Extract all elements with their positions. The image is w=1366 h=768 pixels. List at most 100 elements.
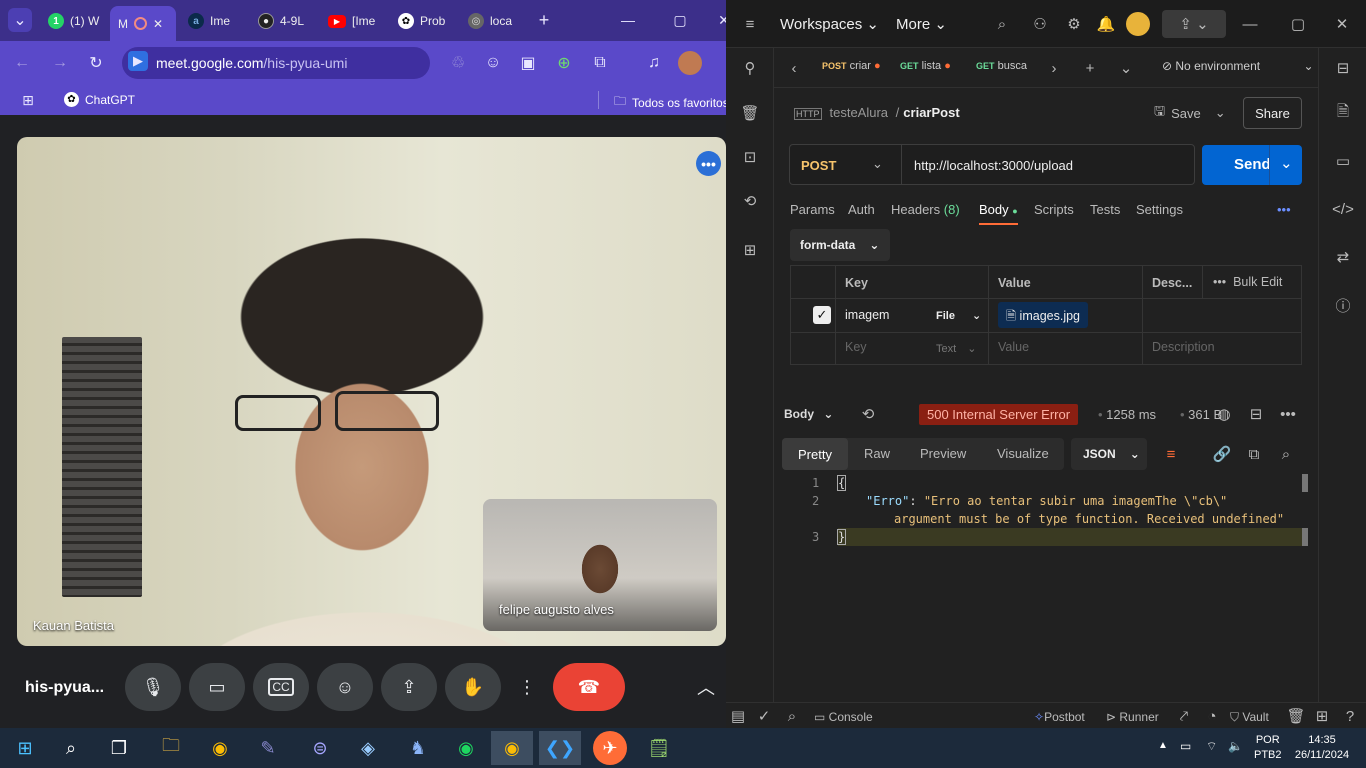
tabs-dropdown-icon[interactable]: ⌄ xyxy=(1114,56,1138,80)
vault-button[interactable]: ⛉ Vault xyxy=(1230,710,1269,725)
collections-icon[interactable]: ⊡ xyxy=(738,145,762,169)
postman-app-icon[interactable]: ✈ xyxy=(593,731,627,765)
proxy-icon[interactable]: ⤤ xyxy=(1172,704,1196,728)
status-check-icon[interactable]: ✓ xyxy=(752,704,776,728)
chrome-active-icon[interactable]: ◉ xyxy=(491,731,533,765)
tab-settings[interactable]: Settings xyxy=(1136,202,1183,217)
view-pretty[interactable]: Pretty xyxy=(782,438,848,470)
tab-body[interactable]: Body ● xyxy=(979,202,1018,225)
tab-get-busca[interactable]: GET busca xyxy=(976,60,1027,72)
tab-get-lista[interactable]: GET lista ● xyxy=(900,60,951,72)
tab-params[interactable]: Params xyxy=(790,202,835,217)
start-windows-icon[interactable]: ⊞ xyxy=(4,731,46,765)
user-avatar[interactable] xyxy=(1126,12,1150,36)
new-key-input[interactable]: Key xyxy=(845,340,867,354)
info-icon[interactable]: ⓘ xyxy=(1331,293,1355,317)
new-row-type-select[interactable]: Text ⌄ xyxy=(936,342,976,355)
view-raw[interactable]: Raw xyxy=(864,446,890,461)
view-preview[interactable]: Preview xyxy=(920,446,966,461)
expand-button[interactable]: ︿ xyxy=(688,663,724,711)
address-bar[interactable]: ▶ meet.google.com/his-pyua-umi xyxy=(122,47,430,79)
tabs-left-chevron-icon[interactable]: ‹ xyxy=(782,56,806,80)
apps-add-icon[interactable]: ⊞ xyxy=(738,238,762,262)
tab-youtube[interactable]: ▶ [Ime xyxy=(320,6,386,36)
hamburger-menu-icon[interactable]: ≡ xyxy=(738,12,762,36)
spotify-icon[interactable]: ◉ xyxy=(445,731,487,765)
extension-avatar-icon[interactable]: ☺ xyxy=(481,51,505,75)
response-more-icon[interactable]: ••• xyxy=(1276,402,1300,426)
add-extension-icon[interactable]: ⊕ xyxy=(552,51,576,75)
tab-scripts[interactable]: Scripts xyxy=(1034,202,1074,217)
upgrade-button[interactable]: ⇪ ⌄ xyxy=(1162,10,1226,38)
postbot-button[interactable]: ✧Postbot xyxy=(1034,710,1085,724)
body-mode-select[interactable]: form-data ⌄ xyxy=(790,229,890,261)
breadcrumb-parent[interactable]: testeAlura xyxy=(830,105,889,120)
method-select[interactable]: POST xyxy=(801,158,836,173)
captions-button[interactable]: CC xyxy=(253,663,309,711)
find-icon[interactable]: ⌕ xyxy=(780,704,804,728)
url-input[interactable]: http://localhost:3000/upload xyxy=(914,158,1073,173)
cookies-icon[interactable]: ◔ xyxy=(1200,704,1224,728)
notifications-bell-icon[interactable]: 🔔 xyxy=(1094,12,1118,36)
show-hidden-icons[interactable]: ▲ xyxy=(1158,740,1168,751)
documentation-icon[interactable]: 🗎 xyxy=(1331,101,1355,125)
extensions-puzzle-icon[interactable]: ⧉ xyxy=(588,51,612,75)
minimize-icon[interactable]: — xyxy=(1238,12,1262,36)
trash-icon[interactable]: 🗑 xyxy=(738,101,762,125)
reactions-button[interactable]: ☺ xyxy=(317,663,373,711)
maximize-icon[interactable]: ▢ xyxy=(668,8,692,32)
status-badge[interactable]: 500 Internal Server Error xyxy=(919,404,1079,425)
new-description-input[interactable]: Description xyxy=(1152,340,1215,354)
workspaces-menu[interactable]: Workspaces ⌄ xyxy=(780,15,879,33)
comments-icon[interactable]: ▭ xyxy=(1331,149,1355,173)
link-icon[interactable]: 🔗 xyxy=(1210,442,1234,466)
format-select[interactable]: JSON ⌄ xyxy=(1071,438,1147,470)
leave-call-button[interactable]: ☎ xyxy=(553,663,625,711)
environment-table-icon[interactable]: ⊟ xyxy=(1331,56,1355,80)
tab-alura[interactable]: a Ime xyxy=(180,6,244,36)
mic-button[interactable]: 🎙 xyxy=(125,663,181,711)
new-tab-button[interactable]: + xyxy=(532,8,556,32)
invite-icon[interactable]: ⚇ xyxy=(1028,12,1052,36)
app-icon[interactable]: ⊜ xyxy=(299,731,341,765)
history-icon[interactable]: ⟲ xyxy=(856,402,880,426)
clock[interactable]: 14:35 26/11/2024 xyxy=(1290,733,1354,763)
close-icon[interactable]: ✕ xyxy=(153,17,163,31)
tab-search-chevron-icon[interactable]: ⌄ xyxy=(8,8,32,32)
tab-headers[interactable]: Headers (8) xyxy=(891,202,960,217)
extension-recycle-icon[interactable]: ♲ xyxy=(446,51,470,75)
more-options-button[interactable]: ⋮ xyxy=(509,663,545,711)
layout-grid-icon[interactable]: ⊞ xyxy=(1310,704,1334,728)
save-button[interactable]: 🖫 Save ⌄ xyxy=(1154,98,1226,128)
tab-localhost[interactable]: ◎ loca xyxy=(460,6,526,36)
user-icon[interactable]: ⚲ xyxy=(738,56,762,80)
postgres-elephant-icon[interactable]: ♞ xyxy=(397,731,439,765)
notepad-icon[interactable]: 🗒 xyxy=(638,731,680,765)
sidebar-toggle-icon[interactable]: ▤ xyxy=(726,704,750,728)
forward-icon[interactable]: → xyxy=(48,51,72,75)
send-button[interactable]: Send ⌄ xyxy=(1202,145,1302,185)
settings-gear-icon[interactable]: ⚙ xyxy=(1062,12,1086,36)
share-button[interactable]: Share xyxy=(1243,97,1302,129)
history-icon[interactable]: ⟲ xyxy=(738,189,762,213)
add-tab-icon[interactable]: + xyxy=(1078,56,1102,80)
runner-button[interactable]: ⊳ Runner xyxy=(1106,710,1159,724)
environment-selector[interactable]: ⊘ No environment ⌄ xyxy=(1162,59,1314,73)
wrap-lines-icon[interactable]: ≡ xyxy=(1159,442,1183,466)
cast-icon[interactable]: ▣ xyxy=(516,51,540,75)
vscode-icon[interactable]: ❮❯ xyxy=(539,731,581,765)
tab-tests[interactable]: Tests xyxy=(1090,202,1120,217)
trash-icon[interactable]: 🗑 xyxy=(1284,704,1308,728)
row-enabled-checkbox[interactable]: ✓ xyxy=(813,306,831,324)
raise-hand-button[interactable]: ✋ xyxy=(445,663,501,711)
file-explorer-icon[interactable]: 🗀 xyxy=(150,731,192,765)
help-icon[interactable]: ? xyxy=(1338,704,1362,728)
bookmark-all-folder[interactable]: 🗀 Todos os favoritos xyxy=(614,92,726,113)
tab-chatgpt[interactable]: ✿ Prob xyxy=(390,6,456,36)
more-menu[interactable]: More ⌄ xyxy=(896,15,947,33)
scrollbar-thumb[interactable] xyxy=(1302,474,1308,492)
battery-icon[interactable]: ▭ xyxy=(1180,739,1191,753)
back-icon[interactable]: ← xyxy=(10,51,34,75)
tab-github[interactable]: ● 4-9L xyxy=(250,6,316,36)
tab-overflow-icon[interactable]: ••• xyxy=(1277,202,1291,217)
